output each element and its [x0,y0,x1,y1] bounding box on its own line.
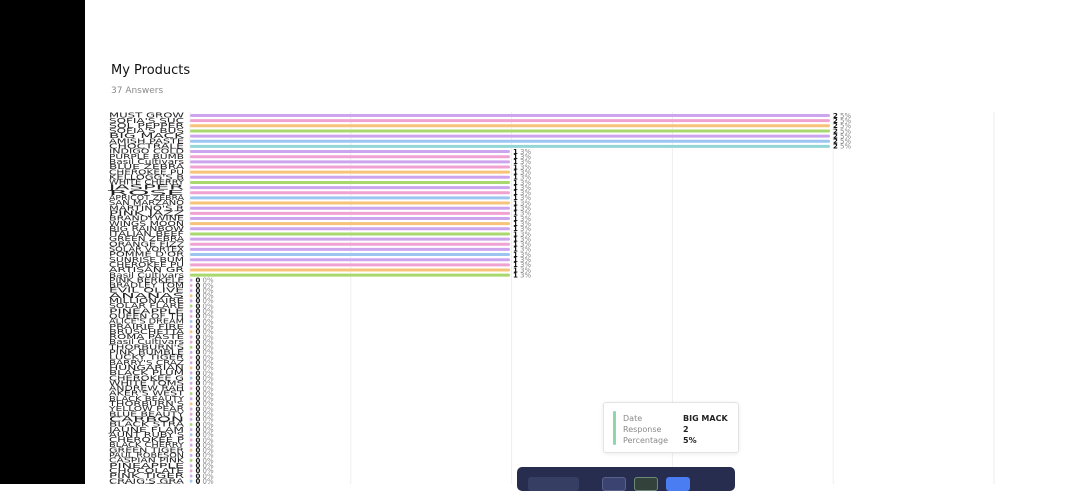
bar [190,412,193,416]
bar [190,278,193,282]
bar [190,386,193,390]
tooltip-percentage-value: 5% [683,436,697,445]
tooltip-row-percentage: Percentage 5% [623,436,697,446]
toolbar-button-3[interactable] [666,477,690,491]
bar [190,376,193,380]
tooltip-date-label: Date [623,414,643,423]
tooltip-response-value: 2 [683,425,689,434]
bar [190,459,193,463]
bar [190,119,830,123]
bar [190,160,510,164]
bar [190,345,193,349]
bar [190,392,193,396]
bar [190,371,193,375]
toolbar-button-1[interactable] [602,477,626,491]
bar [190,407,193,411]
value-label: 1 [513,271,518,279]
bar [190,428,193,432]
bar [190,258,510,262]
percent-label: 5% [840,143,851,151]
bar [190,325,193,329]
toolbar-button-2[interactable] [634,477,658,491]
bar [190,268,510,272]
bar [190,150,510,154]
bar [190,423,193,426]
bar [190,165,510,169]
bar [190,114,830,117]
bar [190,474,193,478]
bar [190,237,510,241]
bar [190,124,830,128]
bar [190,320,193,323]
bar [190,129,830,133]
bar [190,356,193,360]
value-label: 2 [833,143,838,151]
bar [190,155,510,159]
bar [190,222,510,226]
chart-type-dropdown[interactable] [528,477,579,491]
bar [190,350,193,354]
bar [190,469,193,473]
bar [190,443,193,447]
tooltip-row-date: Date BIG MACK [623,414,728,424]
percent-label: 3% [520,271,531,279]
tooltip-response-label: Response [623,425,662,434]
bar [190,242,510,246]
bar [190,191,510,195]
bar [190,283,193,287]
bar [190,289,193,293]
bar [190,273,510,277]
bar [190,180,510,184]
bar [190,304,193,308]
bar [190,448,193,452]
bar [190,335,193,339]
bar [190,314,193,318]
bar [190,134,830,138]
bar [190,227,510,231]
bar [190,263,510,267]
tooltip-row-response: Response 2 [623,425,689,435]
bar [190,299,193,303]
bar [190,381,193,385]
bar [190,309,193,313]
bar [190,201,510,205]
bar [190,170,510,174]
bar [190,139,830,143]
bar [190,294,193,298]
bar [190,340,193,344]
bar [190,211,510,215]
bar [190,417,193,421]
bar [190,438,193,442]
bar [190,366,193,370]
bar [190,196,510,200]
bar [190,175,510,179]
chart-toolbar [517,467,735,491]
bar [190,144,830,148]
bar [190,397,193,401]
bar [190,330,193,334]
chart-tooltip: Date BIG MACK Response 2 Percentage 5% [603,402,739,453]
tooltip-percentage-label: Percentage [623,436,669,445]
bar [190,206,510,210]
bar [190,453,193,457]
bar [190,433,193,437]
bar [190,464,193,468]
bar [190,253,510,257]
bar [190,232,510,236]
bar [190,186,510,190]
products-bar-chart: MUST GROW 2 5%SOFIA'S SUC 2 5%SOL PEPPER 2 5%S… [106,112,995,484]
bar [190,247,510,251]
bar [190,402,193,406]
bar [190,361,193,365]
bar [190,217,510,220]
tooltip-color-marker [613,411,616,445]
bar [190,479,193,483]
tooltip-date-value: BIG MACK [683,414,728,423]
